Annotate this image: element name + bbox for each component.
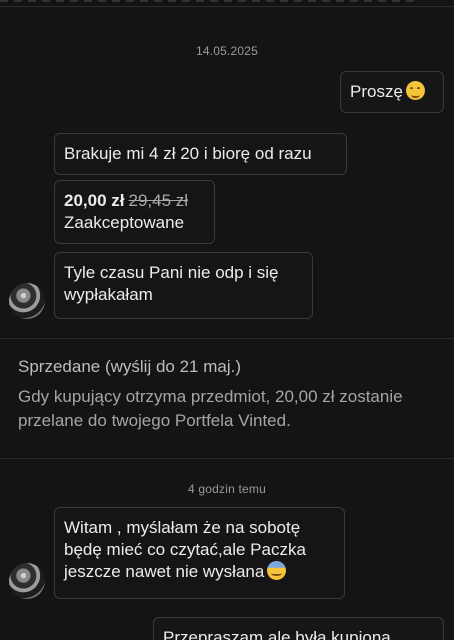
message-incoming[interactable]: Witam , myślałam że na sobotę będę mieć … bbox=[54, 507, 345, 599]
message-text: Tyle czasu Pani nie odp i się wypłakałam bbox=[64, 263, 279, 304]
offer-card[interactable]: 20,00 zł 29,45 zł Zaakceptowane bbox=[54, 180, 215, 244]
user-avatar[interactable] bbox=[9, 563, 45, 599]
message-text: Przepraszam ale była kupiona bbox=[163, 628, 391, 640]
sweat-face-icon bbox=[267, 561, 287, 580]
offer-status: Zaakceptowane bbox=[64, 213, 185, 232]
divider bbox=[0, 338, 454, 339]
message-incoming[interactable]: Brakuje mi 4 zł 20 i biorę od razu bbox=[54, 133, 347, 175]
divider bbox=[0, 458, 454, 459]
message-text: Proszę bbox=[350, 82, 403, 101]
chat-screen: 14.05.2025 Proszę Brakuje mi 4 zł 20 i b… bbox=[0, 0, 454, 640]
smiling-face-icon bbox=[405, 81, 425, 100]
cut-off-previous-text bbox=[0, 0, 454, 7]
sold-notice-title: Sprzedane (wyślij do 21 maj.) bbox=[18, 357, 241, 376]
date-separator: 14.05.2025 bbox=[195, 44, 259, 58]
offer-original-price: 29,45 zł bbox=[128, 191, 189, 210]
date-separator: 4 godzin temu bbox=[188, 482, 266, 496]
message-text: Brakuje mi 4 zł 20 i biorę od razu bbox=[64, 144, 312, 163]
user-avatar[interactable] bbox=[9, 283, 45, 319]
message-incoming[interactable]: Tyle czasu Pani nie odp i się wypłakałam bbox=[54, 252, 313, 319]
message-outgoing[interactable]: Przepraszam ale była kupiona bbox=[153, 617, 444, 640]
offer-price: 20,00 zł bbox=[64, 191, 125, 210]
message-outgoing[interactable]: Proszę bbox=[340, 71, 444, 113]
sold-notice-body: Gdy kupujący otrzyma przedmiot, 20,00 zł… bbox=[18, 387, 403, 430]
